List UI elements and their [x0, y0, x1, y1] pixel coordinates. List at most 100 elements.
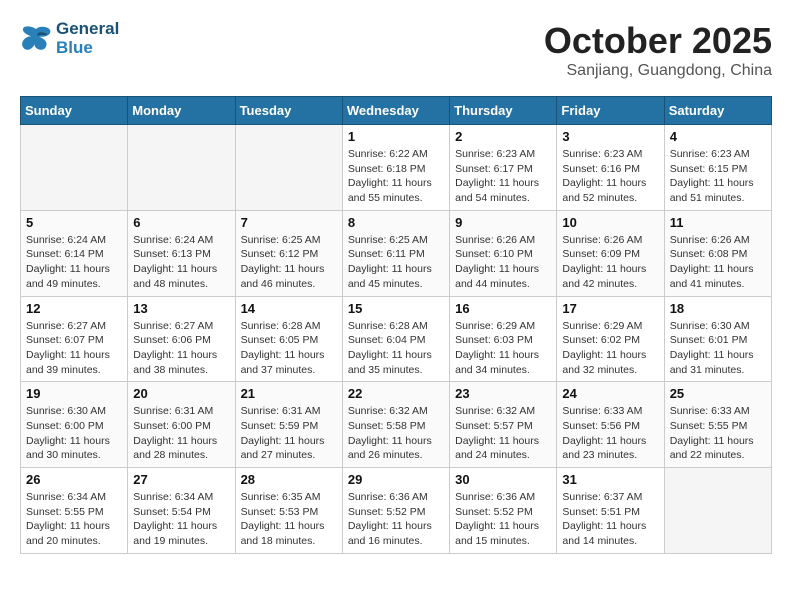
day-info: Sunrise: 6:23 AM Sunset: 6:15 PM Dayligh… [670, 147, 766, 206]
calendar-cell: 25 Sunrise: 6:33 AM Sunset: 5:55 PM Dayli… [664, 382, 771, 468]
calendar-cell: 13 Sunrise: 6:27 AM Sunset: 6:06 PM Dayli… [128, 296, 235, 382]
day-number: 18 [670, 301, 766, 316]
calendar-cell: 6 Sunrise: 6:24 AM Sunset: 6:13 PM Daylig… [128, 210, 235, 296]
calendar-cell: 2 Sunrise: 6:23 AM Sunset: 6:17 PM Daylig… [450, 125, 557, 211]
calendar-cell: 7 Sunrise: 6:25 AM Sunset: 6:12 PM Daylig… [235, 210, 342, 296]
day-number: 16 [455, 301, 551, 316]
day-number: 13 [133, 301, 229, 316]
day-info: Sunrise: 6:30 AM Sunset: 6:01 PM Dayligh… [670, 319, 766, 378]
day-info: Sunrise: 6:34 AM Sunset: 5:54 PM Dayligh… [133, 490, 229, 549]
day-info: Sunrise: 6:23 AM Sunset: 6:17 PM Dayligh… [455, 147, 551, 206]
day-info: Sunrise: 6:28 AM Sunset: 6:04 PM Dayligh… [348, 319, 444, 378]
weekday-header-monday: Monday [128, 97, 235, 125]
day-number: 30 [455, 472, 551, 487]
day-number: 8 [348, 215, 444, 230]
day-info: Sunrise: 6:33 AM Sunset: 5:55 PM Dayligh… [670, 404, 766, 463]
calendar-cell: 18 Sunrise: 6:30 AM Sunset: 6:01 PM Dayli… [664, 296, 771, 382]
calendar-cell: 17 Sunrise: 6:29 AM Sunset: 6:02 PM Dayli… [557, 296, 664, 382]
calendar-cell: 11Sunrise: 6:26 AM Sunset: 6:08 PM Dayli… [664, 210, 771, 296]
calendar-cell: 23Sunrise: 6:32 AM Sunset: 5:57 PM Dayli… [450, 382, 557, 468]
day-number: 28 [241, 472, 337, 487]
weekday-header-wednesday: Wednesday [342, 97, 449, 125]
calendar-cell: 30 Sunrise: 6:36 AM Sunset: 5:52 PM Dayli… [450, 468, 557, 554]
day-info: Sunrise: 6:31 AM Sunset: 5:59 PM Dayligh… [241, 404, 337, 463]
day-info: Sunrise: 6:24 AM Sunset: 6:13 PM Dayligh… [133, 233, 229, 292]
calendar-cell: 22 Sunrise: 6:32 AM Sunset: 5:58 PM Dayli… [342, 382, 449, 468]
logo-bird-icon [20, 25, 52, 53]
day-info: Sunrise: 6:29 AM Sunset: 6:03 PM Dayligh… [455, 319, 551, 378]
calendar-cell: 1 Sunrise: 6:22 AM Sunset: 6:18 PM Daylig… [342, 125, 449, 211]
day-info: Sunrise: 6:31 AM Sunset: 6:00 PM Dayligh… [133, 404, 229, 463]
day-info: Sunrise: 6:27 AM Sunset: 6:06 PM Dayligh… [133, 319, 229, 378]
calendar-cell: 16 Sunrise: 6:29 AM Sunset: 6:03 PM Dayli… [450, 296, 557, 382]
day-number: 22 [348, 386, 444, 401]
day-info: Sunrise: 6:29 AM Sunset: 6:02 PM Dayligh… [562, 319, 658, 378]
calendar-cell [21, 125, 128, 211]
calendar-cell: 4Sunrise: 6:23 AM Sunset: 6:15 PM Daylig… [664, 125, 771, 211]
day-number: 12 [26, 301, 122, 316]
day-number: 21 [241, 386, 337, 401]
day-number: 14 [241, 301, 337, 316]
day-info: Sunrise: 6:37 AM Sunset: 5:51 PM Dayligh… [562, 490, 658, 549]
calendar-cell: 31 Sunrise: 6:37 AM Sunset: 5:51 PM Dayli… [557, 468, 664, 554]
calendar-cell [128, 125, 235, 211]
day-info: Sunrise: 6:36 AM Sunset: 5:52 PM Dayligh… [455, 490, 551, 549]
month-title: October 2025 [544, 20, 772, 62]
day-info: Sunrise: 6:34 AM Sunset: 5:55 PM Dayligh… [26, 490, 122, 549]
day-number: 7 [241, 215, 337, 230]
calendar-table: SundayMondayTuesdayWednesdayThursdayFrid… [20, 96, 772, 554]
calendar-cell: 21 Sunrise: 6:31 AM Sunset: 5:59 PM Dayli… [235, 382, 342, 468]
title-block: October 2025 Sanjiang, Guangdong, China [544, 20, 772, 80]
day-info: Sunrise: 6:27 AM Sunset: 6:07 PM Dayligh… [26, 319, 122, 378]
day-number: 9 [455, 215, 551, 230]
day-info: Sunrise: 6:26 AM Sunset: 6:09 PM Dayligh… [562, 233, 658, 292]
day-number: 2 [455, 129, 551, 144]
calendar-cell: 8 Sunrise: 6:25 AM Sunset: 6:11 PM Daylig… [342, 210, 449, 296]
day-info: Sunrise: 6:33 AM Sunset: 5:56 PM Dayligh… [562, 404, 658, 463]
calendar-cell: 19Sunrise: 6:30 AM Sunset: 6:00 PM Dayli… [21, 382, 128, 468]
calendar-cell: 26 Sunrise: 6:34 AM Sunset: 5:55 PM Dayli… [21, 468, 128, 554]
day-number: 3 [562, 129, 658, 144]
logo-text-line1: General [56, 20, 119, 39]
calendar-cell: 20Sunrise: 6:31 AM Sunset: 6:00 PM Dayli… [128, 382, 235, 468]
calendar-cell: 5Sunrise: 6:24 AM Sunset: 6:14 PM Daylig… [21, 210, 128, 296]
day-info: Sunrise: 6:26 AM Sunset: 6:10 PM Dayligh… [455, 233, 551, 292]
calendar-cell [664, 468, 771, 554]
day-number: 26 [26, 472, 122, 487]
calendar-cell [235, 125, 342, 211]
calendar-cell: 3Sunrise: 6:23 AM Sunset: 6:16 PM Daylig… [557, 125, 664, 211]
day-info: Sunrise: 6:25 AM Sunset: 6:12 PM Dayligh… [241, 233, 337, 292]
calendar-cell: 9 Sunrise: 6:26 AM Sunset: 6:10 PM Daylig… [450, 210, 557, 296]
day-number: 31 [562, 472, 658, 487]
day-info: Sunrise: 6:26 AM Sunset: 6:08 PM Dayligh… [670, 233, 766, 292]
calendar-cell: 15 Sunrise: 6:28 AM Sunset: 6:04 PM Dayli… [342, 296, 449, 382]
day-info: Sunrise: 6:32 AM Sunset: 5:57 PM Dayligh… [455, 404, 551, 463]
day-info: Sunrise: 6:35 AM Sunset: 5:53 PM Dayligh… [241, 490, 337, 549]
calendar-cell: 29Sunrise: 6:36 AM Sunset: 5:52 PM Dayli… [342, 468, 449, 554]
weekday-header-sunday: Sunday [21, 97, 128, 125]
day-info: Sunrise: 6:22 AM Sunset: 6:18 PM Dayligh… [348, 147, 444, 206]
location-subtitle: Sanjiang, Guangdong, China [544, 62, 772, 80]
page-header: General Blue October 2025 Sanjiang, Guan… [20, 20, 772, 80]
day-info: Sunrise: 6:24 AM Sunset: 6:14 PM Dayligh… [26, 233, 122, 292]
day-number: 10 [562, 215, 658, 230]
calendar-cell: 12 Sunrise: 6:27 AM Sunset: 6:07 PM Dayli… [21, 296, 128, 382]
calendar-cell: 27 Sunrise: 6:34 AM Sunset: 5:54 PM Dayli… [128, 468, 235, 554]
day-number: 27 [133, 472, 229, 487]
day-info: Sunrise: 6:32 AM Sunset: 5:58 PM Dayligh… [348, 404, 444, 463]
day-number: 15 [348, 301, 444, 316]
weekday-header-friday: Friday [557, 97, 664, 125]
day-number: 29 [348, 472, 444, 487]
weekday-header-saturday: Saturday [664, 97, 771, 125]
weekday-header-thursday: Thursday [450, 97, 557, 125]
calendar-cell: 28 Sunrise: 6:35 AM Sunset: 5:53 PM Dayli… [235, 468, 342, 554]
day-number: 6 [133, 215, 229, 230]
logo-text-line2: Blue [56, 39, 119, 58]
day-info: Sunrise: 6:25 AM Sunset: 6:11 PM Dayligh… [348, 233, 444, 292]
day-number: 25 [670, 386, 766, 401]
calendar-cell: 14Sunrise: 6:28 AM Sunset: 6:05 PM Dayli… [235, 296, 342, 382]
day-number: 1 [348, 129, 444, 144]
weekday-header-tuesday: Tuesday [235, 97, 342, 125]
day-number: 17 [562, 301, 658, 316]
calendar-cell: 10 Sunrise: 6:26 AM Sunset: 6:09 PM Dayli… [557, 210, 664, 296]
